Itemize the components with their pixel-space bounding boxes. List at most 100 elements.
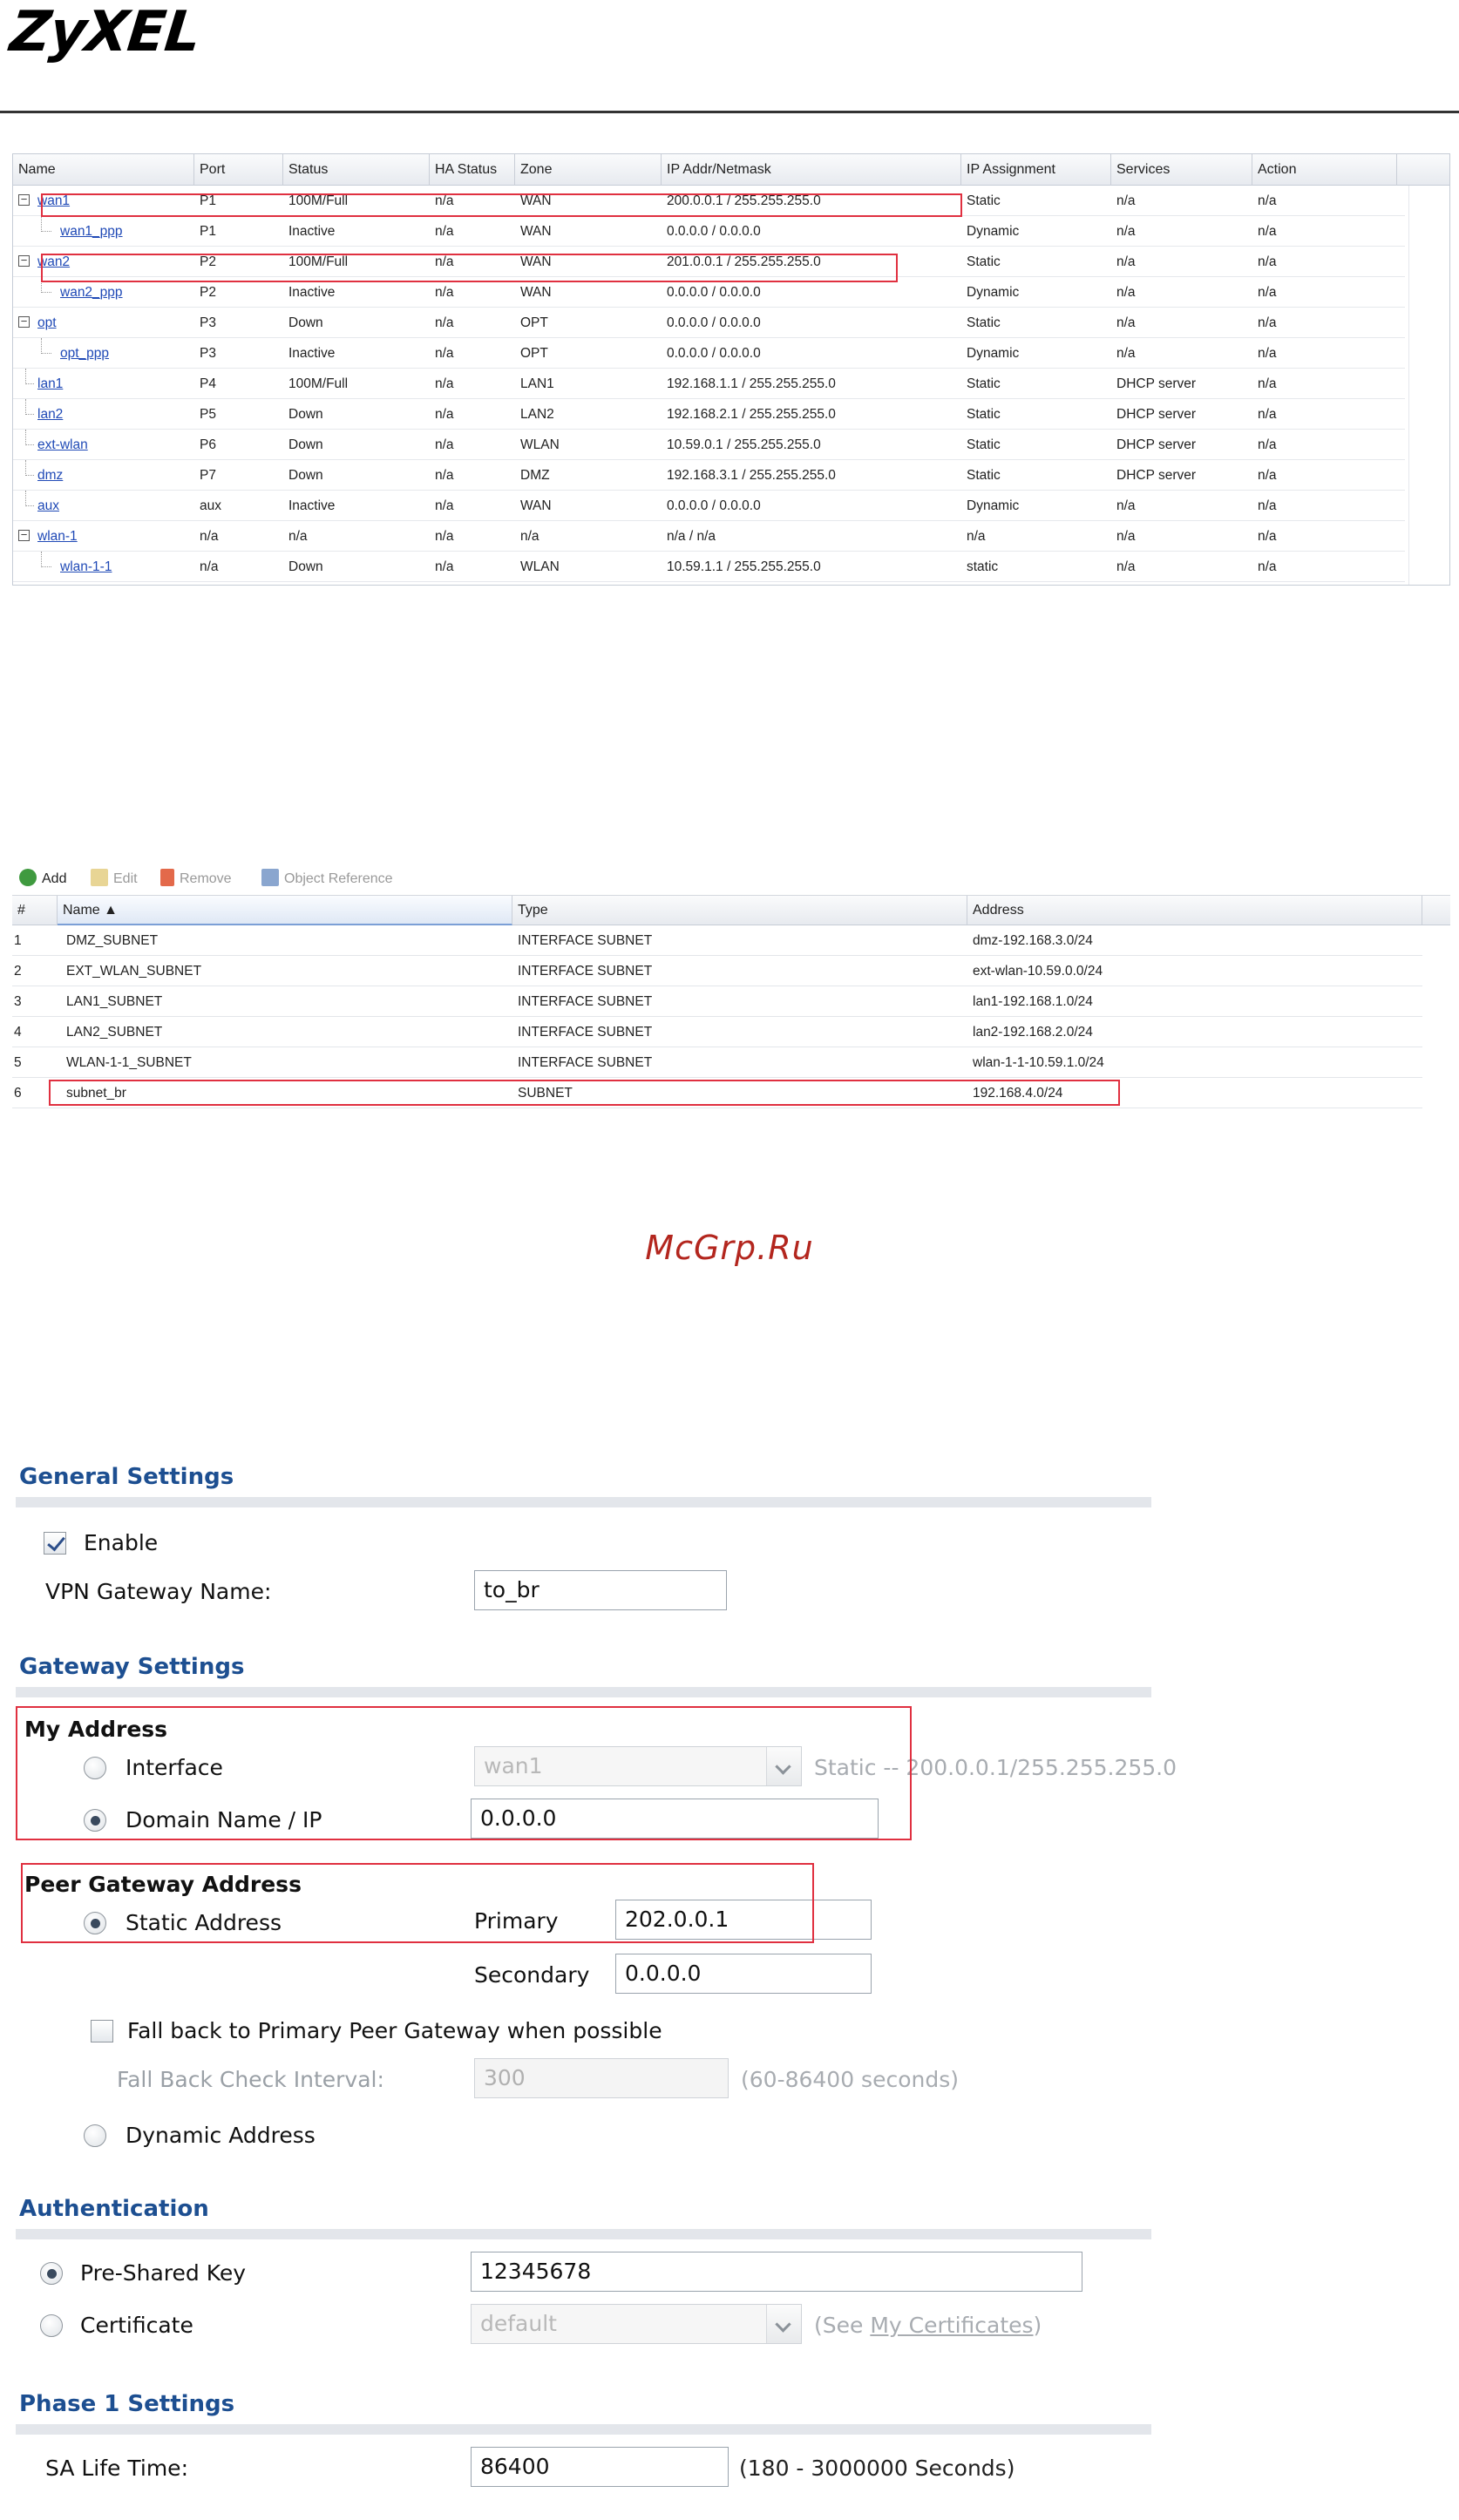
highlight-my-address bbox=[16, 1706, 912, 1840]
interface-action-cell: n/a bbox=[1258, 559, 1277, 574]
add-button[interactable]: Add bbox=[19, 863, 66, 896]
object-reference-button[interactable]: Object Reference bbox=[261, 863, 393, 896]
vpn-gateway-name-input[interactable]: to_br bbox=[474, 1570, 727, 1610]
certificate-hint: (See My Certificates) bbox=[814, 2313, 1042, 2338]
interface-name-link[interactable]: ext-wlan bbox=[37, 430, 88, 460]
fallback-checkbox[interactable] bbox=[91, 2020, 113, 2042]
col-object-name[interactable]: Name ▲ bbox=[58, 896, 512, 925]
my-certificates-link[interactable]: My Certificates bbox=[870, 2313, 1033, 2338]
col-status[interactable]: Status bbox=[283, 154, 430, 186]
fallback-interval-input[interactable]: 300 bbox=[474, 2058, 729, 2098]
sa-life-time-input[interactable]: 86400 bbox=[471, 2447, 729, 2487]
interface-name-link[interactable]: opt_ppp bbox=[60, 338, 109, 369]
interface-status-cell: n/a bbox=[288, 529, 308, 544]
interface-ip-cell: 10.59.0.1 / 255.255.255.0 bbox=[667, 437, 821, 452]
object-row[interactable]: 4 LAN2_SUBNET INTERFACE SUBNET lan2-192.168… bbox=[12, 1017, 1422, 1047]
interface-status-cell: Down bbox=[288, 559, 323, 574]
col-name[interactable]: Name bbox=[13, 154, 194, 186]
interface-port-cell: P1 bbox=[200, 224, 216, 239]
collapse-icon[interactable]: − bbox=[18, 254, 30, 267]
interface-name-link[interactable]: wlan-1 bbox=[37, 521, 78, 552]
interface-status-cell: Inactive bbox=[288, 498, 336, 513]
object-num-cell: 3 bbox=[14, 994, 22, 1009]
interface-status-cell: Down bbox=[288, 468, 323, 483]
certificate-radio[interactable] bbox=[40, 2314, 63, 2337]
tree-branch-line bbox=[41, 338, 51, 354]
object-name-cell: DMZ_SUBNET bbox=[66, 933, 159, 948]
col-address[interactable]: Address bbox=[967, 896, 1422, 925]
object-type-cell: INTERFACE SUBNET bbox=[518, 994, 653, 1009]
fallback-interval-label: Fall Back Check Interval: bbox=[117, 2067, 384, 2092]
sa-life-time-label: SA Life Time: bbox=[45, 2456, 188, 2481]
interface-name-link[interactable]: aux bbox=[37, 491, 59, 521]
interface-row: lan2 P5 Down n/a LAN2 192.168.2.1 / 255.255.2… bbox=[13, 399, 1405, 430]
object-num-cell: 2 bbox=[14, 964, 22, 979]
interface-port-cell: P3 bbox=[200, 346, 216, 361]
interface-services-cell: DHCP server bbox=[1116, 376, 1197, 391]
certificate-select[interactable]: default bbox=[471, 2304, 802, 2344]
remove-button[interactable]: Remove bbox=[160, 863, 232, 896]
object-address-cell: ext-wlan-10.59.0.0/24 bbox=[973, 964, 1103, 979]
edit-button[interactable]: Edit bbox=[91, 863, 138, 896]
tree-branch-line bbox=[41, 216, 51, 232]
pre-shared-key-radio[interactable] bbox=[40, 2262, 63, 2285]
highlight-subnet-br bbox=[49, 1080, 1120, 1106]
interface-status-cell: Down bbox=[288, 315, 323, 330]
highlight-peer-gateway bbox=[21, 1863, 814, 1943]
reference-icon bbox=[261, 869, 279, 886]
highlight-wan2 bbox=[41, 254, 898, 282]
interface-row: aux aux Inactive n/a WAN 0.0.0.0 / 0.0.0.0 Dyn… bbox=[13, 491, 1405, 521]
col-ip-assignment[interactable]: IP Assignment bbox=[961, 154, 1111, 186]
object-row[interactable]: 1 DMZ_SUBNET INTERFACE SUBNET dmz-192.168.3… bbox=[12, 925, 1422, 956]
interface-port-cell: P6 bbox=[200, 437, 216, 452]
address-object-table: Add Edit Remove Object Reference # Name … bbox=[12, 863, 1450, 1115]
pre-shared-key-input[interactable]: 12345678 bbox=[471, 2252, 1082, 2292]
interface-action-cell: n/a bbox=[1258, 224, 1277, 239]
edit-icon bbox=[91, 869, 108, 886]
object-name-cell: EXT_WLAN_SUBNET bbox=[66, 964, 202, 979]
interface-action-cell: n/a bbox=[1258, 285, 1277, 300]
object-row[interactable]: 5 WLAN-1-1_SUBNET INTERFACE SUBNET wlan-1-1… bbox=[12, 1047, 1422, 1078]
object-row[interactable]: 3 LAN1_SUBNET INTERFACE SUBNET lan1-192.168… bbox=[12, 986, 1422, 1017]
col-ha-status[interactable]: HA Status bbox=[430, 154, 515, 186]
object-type-cell: INTERFACE SUBNET bbox=[518, 1025, 653, 1040]
enable-checkbox[interactable] bbox=[44, 1532, 66, 1555]
dynamic-address-radio[interactable] bbox=[84, 2124, 106, 2147]
interface-action-cell: n/a bbox=[1258, 468, 1277, 483]
interface-action-cell: n/a bbox=[1258, 437, 1277, 452]
authentication-divider bbox=[16, 2229, 1151, 2239]
col-ip[interactable]: IP Addr/Netmask bbox=[662, 154, 961, 186]
interface-assign-cell: static bbox=[967, 559, 999, 574]
interface-zone-cell: n/a bbox=[520, 529, 539, 544]
collapse-icon[interactable]: − bbox=[18, 193, 30, 206]
interface-services-cell: n/a bbox=[1116, 224, 1136, 239]
col-services[interactable]: Services bbox=[1111, 154, 1252, 186]
phase1-title: Phase 1 Settings bbox=[19, 2391, 235, 2417]
col-type[interactable]: Type bbox=[512, 896, 967, 925]
header-divider bbox=[0, 111, 1459, 113]
interface-assign-cell: Static bbox=[967, 468, 1001, 483]
collapse-icon[interactable]: − bbox=[18, 315, 30, 328]
interface-row: − wlan-1 n/a n/a n/a n/a n/a / n/a n/a n/a n/a bbox=[13, 521, 1405, 552]
object-num-cell: 5 bbox=[14, 1055, 22, 1070]
interface-name-link[interactable]: lan1 bbox=[37, 369, 63, 399]
interface-name-link[interactable]: lan2 bbox=[37, 399, 63, 430]
tree-branch-line bbox=[25, 460, 34, 476]
col-zone[interactable]: Zone bbox=[515, 154, 662, 186]
collapse-icon[interactable]: − bbox=[18, 529, 30, 541]
interface-zone-cell: WLAN bbox=[520, 559, 560, 574]
interface-services-cell: n/a bbox=[1116, 254, 1136, 269]
interface-name-link[interactable]: opt bbox=[37, 308, 57, 338]
interface-services-cell: DHCP server bbox=[1116, 407, 1197, 422]
secondary-input[interactable]: 0.0.0.0 bbox=[615, 1954, 872, 1994]
interface-row: lan1 P4 100M/Full n/a LAN1 192.168.1.1 / 255.… bbox=[13, 369, 1405, 399]
interface-name-link[interactable]: wlan-1-1 bbox=[60, 552, 112, 582]
scrollbar-track[interactable] bbox=[1408, 186, 1449, 585]
col-action[interactable]: Action bbox=[1252, 154, 1397, 186]
col-port[interactable]: Port bbox=[194, 154, 283, 186]
interface-name-link[interactable]: wan1_ppp bbox=[60, 216, 123, 247]
object-num-cell: 1 bbox=[14, 933, 22, 948]
interface-assign-cell: Dynamic bbox=[967, 498, 1020, 513]
interface-name-link[interactable]: dmz bbox=[37, 460, 63, 491]
object-row[interactable]: 2 EXT_WLAN_SUBNET INTERFACE SUBNET ext-wlan… bbox=[12, 956, 1422, 986]
